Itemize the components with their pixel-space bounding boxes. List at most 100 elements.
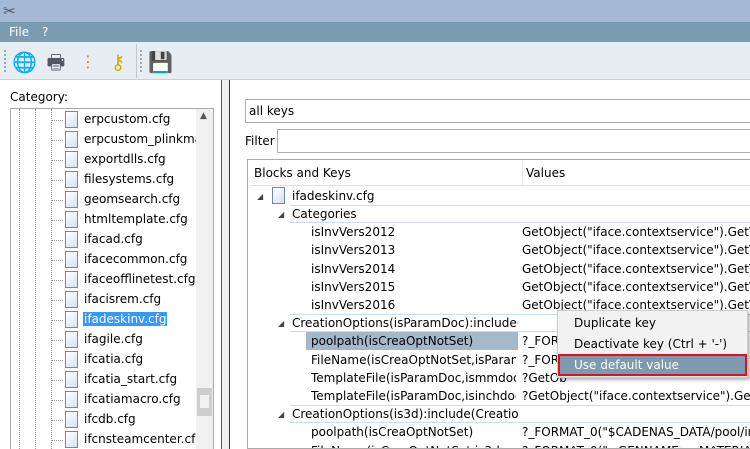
tree-item[interactable]: ifacisrem.cfg (51, 290, 201, 310)
tree-item-label: ifcatia.cfg (84, 352, 144, 366)
group-label: CreationOptions(isParamDoc):include(Crea… (292, 316, 518, 331)
tree-item-label: exportdlls.cfg (84, 152, 166, 166)
key-label: TemplateFile(isParamDoc,ismmdoc) (311, 370, 516, 385)
tree-item-label: ifacisrem.cfg (84, 292, 162, 306)
file-icon (65, 151, 78, 168)
filter-label: Filter (245, 134, 275, 148)
tree-item[interactable]: ifcatia_start.cfg (51, 370, 201, 390)
save-icon[interactable]: 💾 (148, 50, 173, 74)
tree-item-label: ifaceofflinetest.cfg (84, 272, 196, 286)
tree-item-label: erpcustom.cfg (84, 112, 171, 126)
keys-grid: Blocks and Keys Values ◢ ifadeskinv.cfg … (247, 159, 750, 449)
key-label: poolpath(isCreaOptNotSet) (311, 334, 474, 349)
file-icon (65, 411, 78, 428)
tree-item-label: ifadeskinv.cfg (83, 312, 168, 326)
collapse-icon[interactable]: ◢ (257, 192, 263, 201)
tree-item[interactable]: ifcdb.cfg (51, 410, 201, 430)
value-label: ?GetObject("iface.contextservice").GetVa… (522, 389, 750, 403)
value-label: ?_FORMAT_0("<GENNAME><MATERIAL()> (522, 444, 750, 448)
key-row[interactable]: FileName(isCreaOptNotSet,is3dpart) ?_FORM… (248, 442, 750, 448)
file-icon (65, 351, 78, 368)
scroll-up-icon[interactable]: ▲ (200, 111, 207, 121)
key-label: isInvVers2012 (311, 225, 396, 240)
tree-item[interactable]: ifcnsteamcenter.cfg (51, 430, 203, 449)
key-row[interactable]: isInvVers2014 GetObject("iface.contextser… (248, 260, 750, 278)
tree-item[interactable]: erpcustom_plinkman (51, 130, 210, 150)
panel-splitter[interactable] (222, 80, 230, 449)
column-header-values[interactable]: Values (526, 166, 565, 180)
category-label: Category: (10, 90, 68, 104)
tree-item[interactable]: ifagile.cfg (51, 330, 201, 350)
file-icon (65, 271, 78, 288)
tree-item-label: ifcdb.cfg (84, 412, 136, 426)
tree-item[interactable]: ifadeskinv.cfg (51, 310, 201, 330)
tree-item[interactable]: ifacad.cfg (51, 230, 201, 250)
file-icon (65, 131, 78, 148)
globe-refresh-icon[interactable]: 🌐 (12, 50, 37, 74)
file-icon (65, 391, 78, 408)
root-row[interactable]: ◢ ifadeskinv.cfg (248, 187, 750, 205)
toolbar-grip[interactable] (4, 50, 6, 72)
tree-item-label: ifcnsteamcenter.cfg (84, 432, 203, 446)
tree-item[interactable]: filesystems.cfg (51, 170, 201, 190)
file-icon (65, 111, 78, 128)
tree-item-label: geomsearch.cfg (84, 192, 181, 206)
key-label: isInvVers2016 (311, 298, 396, 312)
value-label: GetObject("iface.contextservice").GetVar… (522, 243, 750, 258)
value-label: ?_FORMAT_0("$CADENAS_DATA/pool/inver (522, 425, 750, 440)
tree-item[interactable]: exportdlls.cfg (51, 150, 201, 170)
file-icon (65, 191, 78, 208)
file-icon (65, 311, 78, 328)
tree-item-label: erpcustom_plinkman (84, 132, 210, 146)
tree-item[interactable]: erpcustom.cfg (51, 110, 201, 130)
menu-item-deactivate-key[interactable]: Deactivate key (Ctrl + '-') (558, 333, 747, 355)
root-label: ifadeskinv.cfg (292, 189, 375, 203)
tree-item[interactable]: ifacecommon.cfg (51, 250, 201, 270)
column-header-keys[interactable]: Blocks and Keys (254, 166, 351, 180)
tree-item[interactable]: ifcatia.cfg (51, 350, 201, 370)
grid-header: Blocks and Keys Values (248, 160, 750, 186)
collapse-icon[interactable]: ◢ (278, 210, 284, 219)
file-icon (65, 431, 78, 448)
file-icon (65, 251, 78, 268)
key-scope-dropdown[interactable]: all keys (245, 99, 750, 123)
tree-item[interactable]: ifaceofflinetest.cfg (51, 270, 201, 290)
group-row[interactable]: ◢ Categories (248, 205, 750, 223)
file-icon (65, 211, 78, 228)
tree-item-label: ifcatiamacro.cfg (84, 392, 181, 406)
key-row[interactable]: poolpath(isCreaOptNotSet) ?_FORMAT_0("$CA… (248, 423, 750, 441)
menu-help[interactable]: ? (42, 25, 48, 39)
menu-item-use-default-value[interactable]: Use default value (558, 354, 747, 376)
filter-input[interactable] (277, 129, 750, 153)
key-row[interactable]: TemplateFile(isParamDoc,isinchdoc) ?GetOb… (248, 387, 750, 405)
key-label: poolpath(isCreaOptNotSet) (311, 425, 474, 440)
key-row[interactable]: isInvVers2012 GetObject("iface.contextser… (248, 223, 750, 241)
tree-item-label: ifagile.cfg (84, 332, 143, 346)
tree-item[interactable]: geomsearch.cfg (51, 190, 201, 210)
group-row[interactable]: ◢ CreationOptions(is3d):include(CreationO… (248, 405, 750, 424)
file-icon (272, 187, 285, 204)
tree-item-label: ifacecommon.cfg (84, 252, 188, 266)
value-label: GetObject("iface.contextservice").GetVar… (522, 279, 750, 294)
server-icon[interactable]: 🖶 (44, 50, 68, 74)
keys-icon[interactable]: ⚷ (106, 50, 130, 74)
group-label: CreationOptions(is3d):include(CreationOp… (292, 407, 518, 422)
key-row[interactable]: isInvVers2013 GetObject("iface.contextser… (248, 241, 750, 259)
menu-item-duplicate-key[interactable]: Duplicate key (558, 312, 747, 334)
file-icon (65, 371, 78, 388)
scrollbar-thumb[interactable] (197, 388, 212, 416)
key-label: TemplateFile(isParamDoc,isinchdoc) (311, 389, 516, 403)
collapse-icon[interactable]: ◢ (278, 410, 284, 419)
value-label: ?_FOR (522, 352, 560, 367)
tree-item[interactable]: htmltemplate.cfg (51, 210, 201, 230)
file-icon (65, 331, 78, 348)
tree-item[interactable]: ifcatiamacro.cfg (51, 390, 201, 410)
menu-file[interactable]: File (9, 25, 29, 39)
toolbar-grip[interactable] (140, 50, 142, 72)
tree-structure-icon[interactable]: ⋮ (76, 50, 100, 74)
key-row[interactable]: isInvVers2015 GetObject("iface.contextser… (248, 278, 750, 296)
value-label: GetObject("iface.contextservice").GetVar… (522, 225, 750, 240)
file-icon (65, 231, 78, 248)
collapse-icon[interactable]: ◢ (278, 319, 284, 328)
key-label: FileName(isCreaOptNotSet,isParamD... (311, 352, 516, 367)
